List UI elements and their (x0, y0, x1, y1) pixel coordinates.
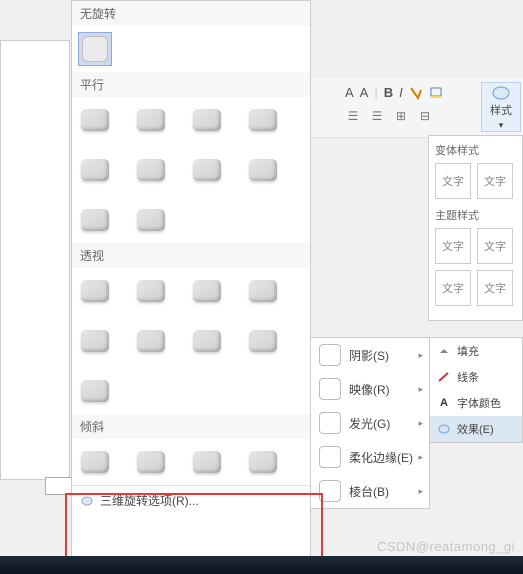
effects-label: 效果(E) (457, 421, 494, 437)
watermark: CSDN@reatamong_gi (377, 539, 515, 554)
underline-btn[interactable] (409, 86, 423, 100)
bevel-icon (319, 480, 341, 502)
shadow-icon (319, 344, 341, 366)
bold-btn[interactable]: B (384, 85, 393, 100)
canvas-area (0, 40, 70, 480)
effects-icon (437, 422, 451, 436)
rotation-cell[interactable] (134, 203, 168, 237)
font-grow-btn[interactable]: A (360, 85, 369, 100)
rotation-cell[interactable] (134, 445, 168, 479)
theme-cell[interactable]: 文字 (435, 270, 471, 306)
rotation-cell[interactable] (190, 274, 224, 308)
rotation-cell[interactable] (78, 274, 112, 308)
reflection-icon (319, 378, 341, 400)
softedges-label: 柔化边缘(E) (349, 449, 413, 466)
theme-title: 主题样式 (435, 207, 516, 223)
parallel-title: 平行 (72, 72, 310, 97)
style-panel: 变体样式 文字 文字 主题样式 文字 文字 文字 文字 (428, 135, 523, 321)
rotation-cell[interactable] (246, 324, 280, 358)
line-item[interactable]: 线条 (429, 364, 522, 390)
theme-grid: 文字 文字 文字 文字 (435, 228, 516, 306)
rotation-cell[interactable] (134, 274, 168, 308)
rotation-options-label: 三维旋转选项(R)... (100, 492, 199, 509)
fill-item[interactable]: 填充 (429, 338, 522, 364)
glow-item[interactable]: 发光(G) (311, 406, 429, 440)
glow-label: 发光(G) (349, 415, 390, 432)
align-btn-1[interactable]: ☰ (345, 108, 361, 124)
reflection-item[interactable]: 映像(R) (311, 372, 429, 406)
rotation-cell[interactable] (78, 203, 112, 237)
effects-menu: 阴影(S) 映像(R) 发光(G) 柔化边缘(E) 棱台(B) (310, 337, 430, 509)
fill-icon (437, 344, 451, 358)
bevel-label: 棱台(B) (349, 483, 389, 500)
separator: | (374, 85, 377, 100)
parallel-grid (72, 97, 310, 243)
rotation-cell[interactable] (134, 103, 168, 137)
rotation-cell[interactable] (190, 445, 224, 479)
taskbar (0, 556, 523, 574)
fill-label: 填充 (457, 343, 479, 359)
align-btn-4[interactable]: ⊟ (417, 108, 433, 124)
glow-icon (319, 412, 341, 434)
rotation-cell[interactable] (190, 103, 224, 137)
align-toolbar: ☰ ☰ ⊞ ⊟ (345, 108, 433, 124)
oblique-title: 倾斜 (72, 414, 310, 439)
fontcolor-label: 字体颜色 (457, 395, 501, 411)
highlight-btn[interactable] (429, 86, 443, 100)
softedges-item[interactable]: 柔化边缘(E) (311, 440, 429, 474)
rotation-cell[interactable] (78, 445, 112, 479)
oblique-grid (72, 439, 310, 485)
variant-title: 变体样式 (435, 142, 516, 158)
rotation-panel: 无旋转 平行 透视 倾斜 三维旋转选项(R)... (71, 0, 311, 560)
rotation-cell[interactable] (246, 274, 280, 308)
theme-cell[interactable]: 文字 (435, 228, 471, 264)
softedges-icon (319, 446, 341, 468)
rotation-options-item[interactable]: 三维旋转选项(R)... (72, 485, 310, 515)
reflection-label: 映像(R) (349, 381, 390, 398)
perspective-grid (72, 268, 310, 414)
rotation-none-cell[interactable] (78, 32, 112, 66)
rotation-cell[interactable] (78, 374, 112, 408)
rotation-cell[interactable] (246, 445, 280, 479)
rotation-cell[interactable] (190, 153, 224, 187)
rotation-cell[interactable] (78, 153, 112, 187)
rotation-cell[interactable] (134, 324, 168, 358)
style-icon (491, 84, 511, 102)
align-btn-2[interactable]: ☰ (369, 108, 385, 124)
italic-btn[interactable]: I (399, 85, 403, 100)
none-grid (72, 26, 310, 72)
line-icon (437, 370, 451, 384)
rotation-options-icon (80, 494, 94, 508)
shadow-item[interactable]: 阴影(S) (311, 338, 429, 372)
rotation-cell[interactable] (246, 153, 280, 187)
rotation-cell[interactable] (246, 103, 280, 137)
effects-item[interactable]: 效果(E) (429, 416, 522, 442)
perspective-title: 透视 (72, 243, 310, 268)
rotation-cell[interactable] (134, 153, 168, 187)
rotation-cell[interactable] (78, 103, 112, 137)
variant-cell[interactable]: 文字 (435, 163, 471, 199)
rotation-cell[interactable] (78, 324, 112, 358)
variant-grid: 文字 文字 (435, 163, 516, 199)
align-btn-3[interactable]: ⊞ (393, 108, 409, 124)
fontcolor-icon: A (437, 396, 451, 410)
style-dropdown-btn[interactable]: 样式 ▾ (481, 82, 521, 132)
style-label: 样式 (490, 102, 512, 118)
none-title: 无旋转 (72, 1, 310, 26)
shadow-label: 阴影(S) (349, 347, 389, 364)
variant-cell[interactable]: 文字 (477, 163, 513, 199)
chevron-down-icon: ▾ (499, 120, 504, 131)
font-toolbar: A A | B I (345, 85, 443, 100)
font-shrink-btn[interactable]: A (345, 85, 354, 100)
theme-cell[interactable]: 文字 (477, 228, 513, 264)
theme-cell[interactable]: 文字 (477, 270, 513, 306)
fx-menu: 填充 线条 A 字体颜色 效果(E) (428, 337, 523, 443)
bevel-item[interactable]: 棱台(B) (311, 474, 429, 508)
line-label: 线条 (457, 369, 479, 385)
rotation-cell[interactable] (190, 324, 224, 358)
fontcolor-item[interactable]: A 字体颜色 (429, 390, 522, 416)
